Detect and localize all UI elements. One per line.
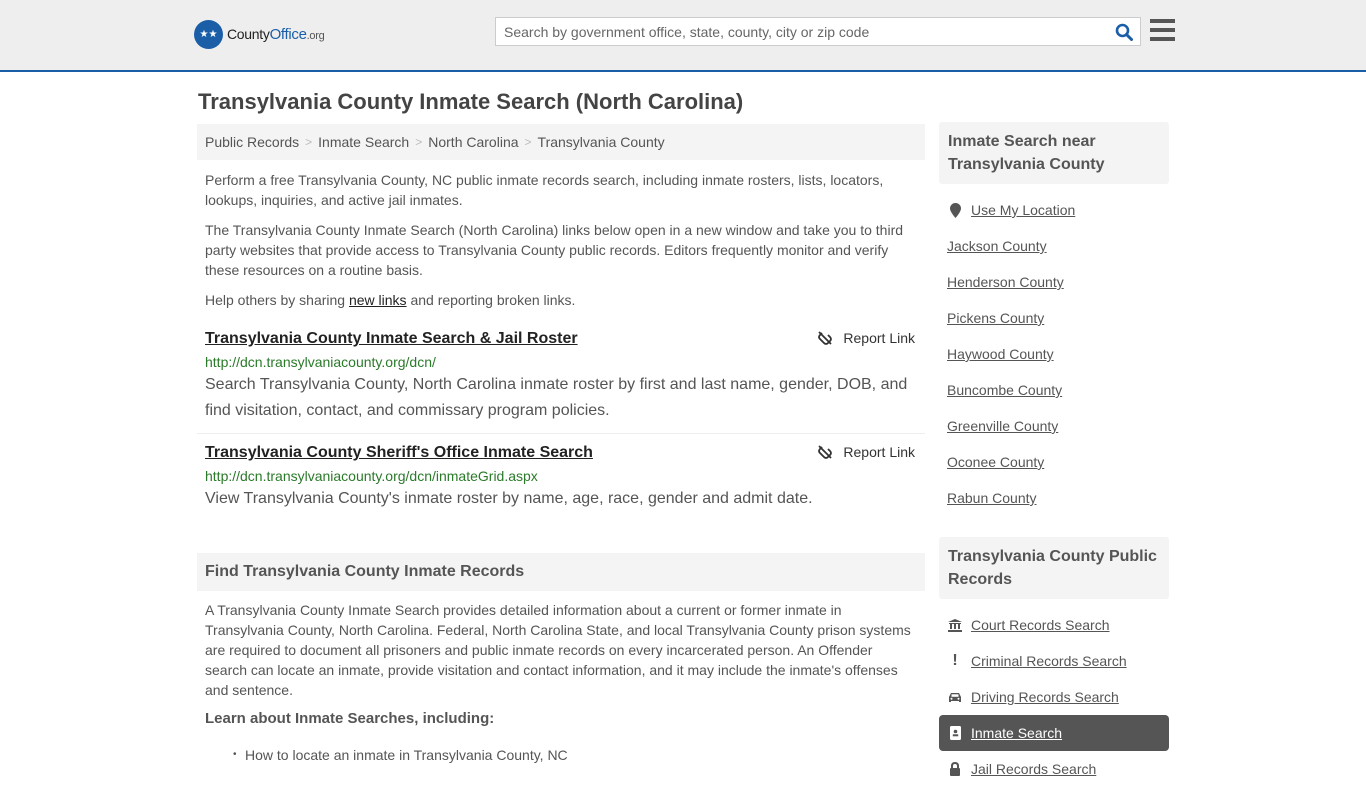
search-icon [1115,23,1133,41]
resource-description: View Transylvania County's inmate roster… [205,490,813,507]
logo-eagle-icon: ★★ [194,20,223,49]
sidebar-nearby: Inmate Search near Transylvania County U… [939,122,1169,516]
nearby-county-link[interactable]: Oconee County [939,444,1169,480]
nearby-county-link[interactable]: Haywood County [939,336,1169,372]
courthouse-icon [947,618,963,632]
sidebar-item-criminal-records[interactable]: ! Criminal Records Search [939,643,1169,679]
search-bar [495,17,1141,46]
search-input[interactable] [496,18,1108,45]
nearby-county-link[interactable]: Jackson County [939,228,1169,264]
breadcrumb-item[interactable]: North Carolina [428,134,518,150]
divider [197,433,925,434]
resource-link-item: Transylvania County Inmate Search & Jail… [197,330,925,424]
search-button[interactable] [1108,18,1140,45]
logo[interactable]: ★★ CountyOffice.org [194,20,325,49]
broken-link-icon [818,445,833,459]
sidebar-item-court-records[interactable]: Court Records Search [939,607,1169,643]
nearby-county-link[interactable]: Buncombe County [939,372,1169,408]
breadcrumb-separator: > [305,135,313,149]
report-link-button[interactable]: Report Link [817,444,915,460]
nearby-county-link[interactable]: Pickens County [939,300,1169,336]
use-my-location[interactable]: Use My Location [939,192,1169,228]
logo-text-brand: Office [269,26,307,43]
learn-heading: Learn about Inmate Searches, including: [205,710,495,727]
breadcrumb-separator: > [415,135,423,149]
breadcrumb: Public Records > Inmate Search > North Car… [197,124,925,160]
report-link-button[interactable]: Report Link [817,330,915,346]
sidebar-item-inmate-search[interactable]: Inmate Search [939,715,1169,751]
resource-description: Search Transylvania County, North Caroli… [205,376,908,419]
nearby-county-link[interactable]: Henderson County [939,264,1169,300]
hamburger-menu-icon[interactable] [1150,19,1175,41]
sidebar-item-driving-records[interactable]: Driving Records Search [939,679,1169,715]
new-links-link[interactable]: new links [349,292,407,308]
breadcrumb-separator: > [524,135,532,149]
id-badge-icon [947,726,963,740]
sidebar-heading: Inmate Search near Transylvania County [939,122,1169,184]
nearby-county-link[interactable]: Greenville County [939,408,1169,444]
sidebar-item-jail-records[interactable]: Jail Records Search [939,751,1169,787]
resource-link-item: Transylvania County Sheriff's Office Inm… [197,444,925,512]
breadcrumb-item[interactable]: Inmate Search [318,134,409,150]
main-content: Public Records > Inmate Search > North Car… [197,124,925,763]
find-records-heading: Find Transylvania County Inmate Records [197,553,925,591]
breadcrumb-current: Transylvania County [537,134,665,150]
learn-list-item: How to locate an inmate in Transylvania … [197,747,925,763]
intro-paragraph: The Transylvania County Inmate Search (N… [205,222,904,278]
exclamation-icon: ! [952,652,958,669]
intro-paragraph: Perform a free Transylvania County, NC p… [205,172,884,208]
find-records-body: A Transylvania County Inmate Search prov… [205,602,911,698]
logo-text-main: County [227,26,270,42]
resource-url: http://dcn.transylvaniacounty.org/dcn/in… [205,468,538,484]
lock-icon [947,762,963,776]
sidebar-heading: Transylvania County Public Records [939,537,1169,599]
breadcrumb-item[interactable]: Public Records [205,134,299,150]
broken-link-icon [818,331,833,345]
resource-link-title[interactable]: Transylvania County Inmate Search & Jail… [205,330,578,347]
resource-url: http://dcn.transylvaniacounty.org/dcn/ [205,354,436,370]
sidebar-public-records: Transylvania County Public Records Court… [939,537,1169,787]
top-header: ★★ CountyOffice.org [0,0,1366,72]
nearby-county-link[interactable]: Rabun County [939,480,1169,516]
map-marker-icon [947,202,963,218]
resource-link-title[interactable]: Transylvania County Sheriff's Office Inm… [205,444,593,461]
share-paragraph: Help others by sharing new links and rep… [205,292,576,308]
page-title: Transylvania County Inmate Search (North… [198,89,744,114]
logo-text-tld: .org [306,30,325,42]
car-icon [947,692,963,703]
